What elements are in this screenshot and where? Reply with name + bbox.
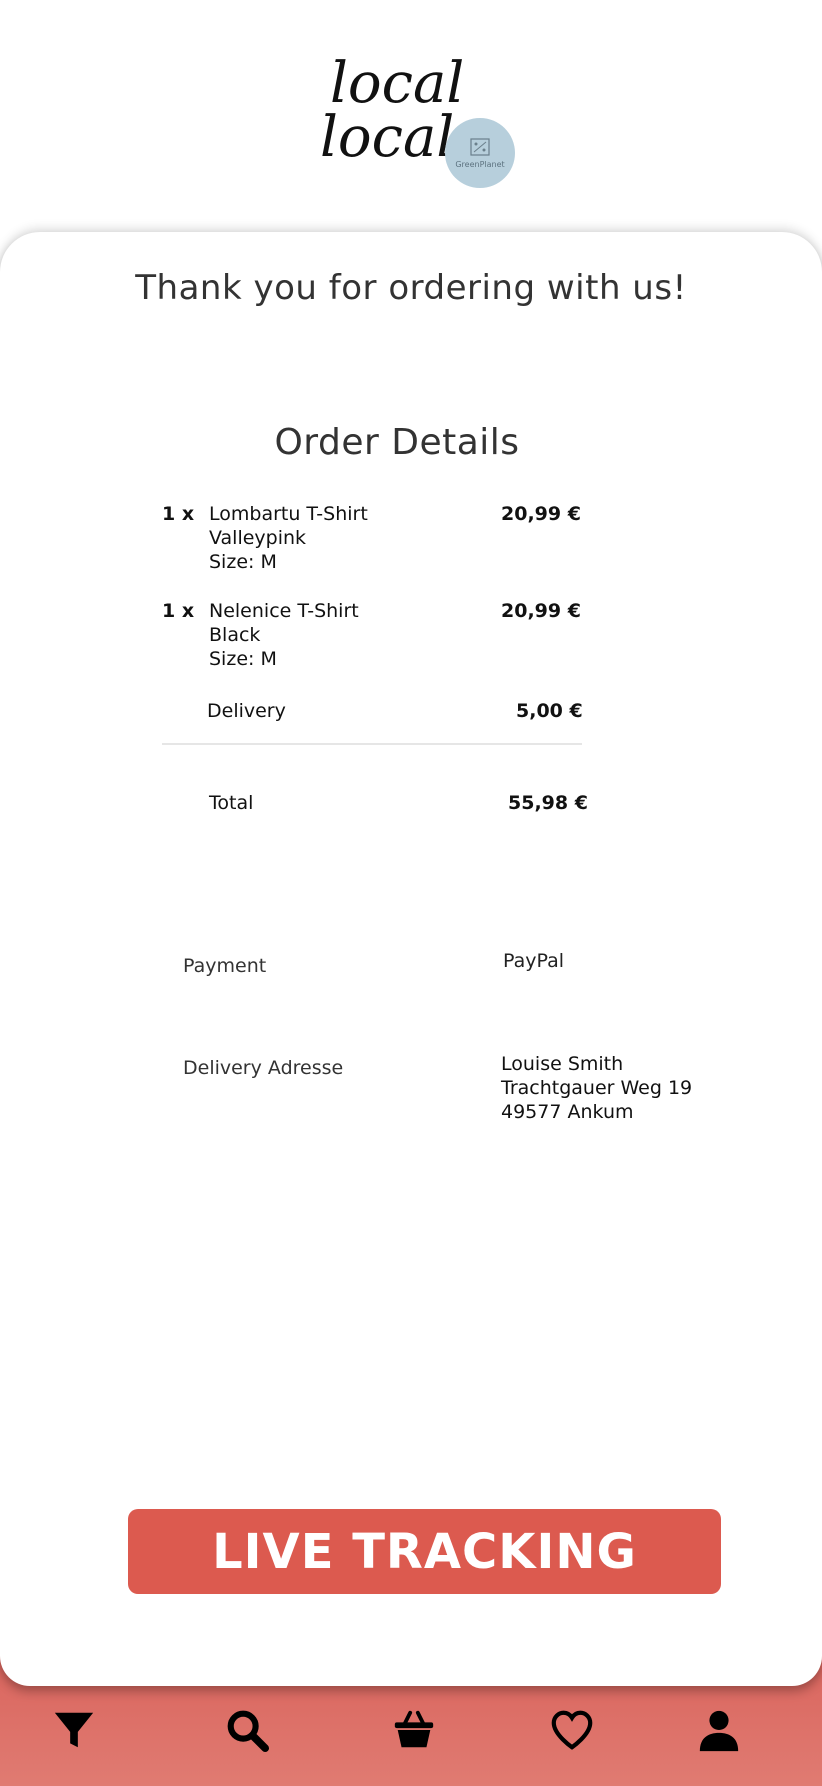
filter-icon [54,1712,94,1748]
nav-profile-button[interactable] [694,1705,744,1755]
payment-value: PayPal [503,950,565,972]
header-logo-area: local local GreenPlanet [0,0,822,220]
item-name: Nelenice T-Shirt [209,600,359,622]
delivery-price: 5,00 € [516,700,583,722]
heart-icon [551,1710,593,1750]
badge-label: GreenPlanet [455,159,505,169]
payment-label: Payment [183,955,267,977]
live-tracking-button[interactable]: LIVE TRACKING [128,1509,721,1594]
item-quantity: 1 x [162,503,195,525]
delivery-label: Delivery [207,700,286,722]
item-name: Lombartu T-Shirt [209,503,368,525]
delivery-address-value: Louise Smith Trachtgauer Weg 19 49577 An… [501,1052,692,1124]
total-label: Total [209,792,254,814]
search-icon [227,1710,270,1753]
nav-search-button[interactable] [222,1705,272,1755]
item-price: 20,99 € [501,600,581,622]
item-price: 20,99 € [501,503,581,525]
nav-basket-button[interactable] [389,1705,439,1755]
image-placeholder-icon [470,137,490,156]
item-quantity: 1 x [162,600,195,622]
item-description: Nelenice T-Shirt Black Size: M [209,599,459,671]
total-price: 55,98 € [508,792,588,814]
thank-you-heading: Thank you for ordering with us! [135,268,687,308]
item-color: Black [209,624,261,646]
order-confirmation-card: Thank you for ordering with us! Order De… [0,232,822,1686]
greenplanet-badge: GreenPlanet [445,118,515,188]
nav-favorites-button[interactable] [547,1705,597,1755]
item-description: Lombartu T-Shirt Valleypink Size: M [209,502,459,574]
user-icon [699,1710,739,1752]
delivery-address-label: Delivery Adresse [183,1057,344,1079]
nav-filter-button[interactable] [49,1705,99,1755]
svg-text:local: local [320,105,454,170]
address-line: Louise Smith [501,1053,624,1075]
divider [162,743,582,745]
item-size: Size: M [209,648,277,670]
item-color: Valleypink [209,527,307,549]
address-line: Trachtgauer Weg 19 [501,1077,693,1099]
address-line: 49577 Ankum [501,1101,634,1123]
item-size: Size: M [209,551,277,573]
order-details-title: Order Details [274,422,520,463]
basket-icon [394,1710,434,1748]
